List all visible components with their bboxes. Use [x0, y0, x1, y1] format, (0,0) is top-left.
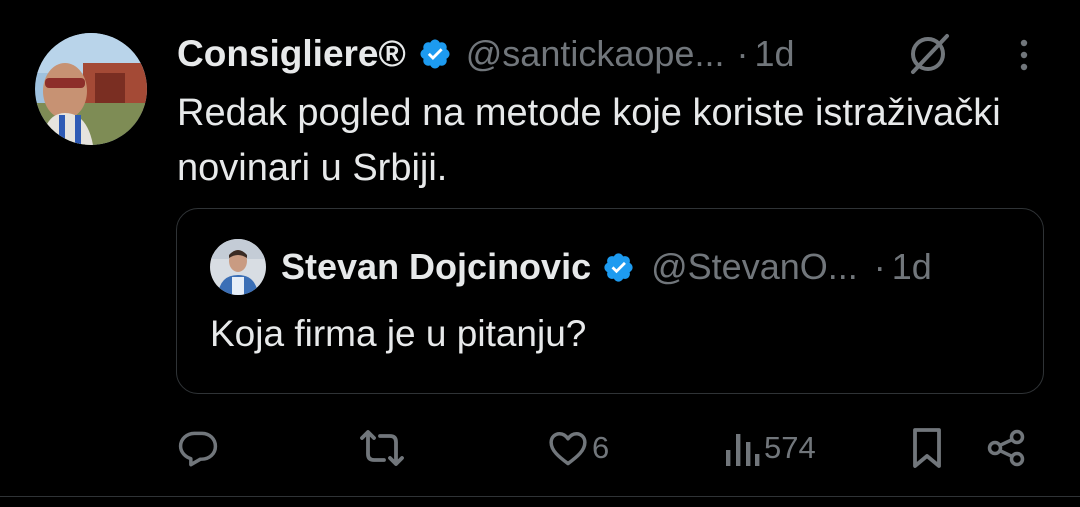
tweet[interactable]: Consigliere® @santickaope... · 1d Redak … — [0, 0, 1080, 507]
verified-badge-icon[interactable] — [602, 251, 635, 284]
tweet-text: Redak pogled na metode koje koriste istr… — [177, 92, 1001, 189]
author-handle[interactable]: @santickaope... — [466, 33, 725, 75]
tweet-header: Consigliere® @santickaope... · 1d — [177, 26, 795, 82]
share-button[interactable] — [984, 420, 1028, 476]
grok-icon[interactable] — [903, 31, 955, 77]
quoted-tweet-header: Stevan Dojcinovic @StevanO... · 1d — [281, 243, 932, 291]
author-name[interactable]: Consigliere® — [177, 33, 406, 75]
more-icon[interactable] — [1010, 36, 1038, 76]
reply-button[interactable] — [176, 420, 220, 476]
separator-dot: · — [736, 33, 749, 74]
verified-badge-icon[interactable] — [418, 37, 452, 71]
quoted-tweet-text: Koja firma je u pitanju? — [210, 313, 587, 354]
action-bar: 6 574 — [0, 420, 1080, 476]
quoted-author-avatar[interactable] — [210, 239, 266, 295]
quoted-tweet[interactable]: Stevan Dojcinovic @StevanO... · 1d Koja … — [176, 208, 1044, 394]
like-count: 6 — [592, 430, 610, 465]
bookmark-icon — [913, 428, 941, 468]
heart-icon — [549, 431, 587, 466]
divider — [0, 496, 1080, 497]
reply-icon — [178, 431, 218, 467]
share-icon — [987, 429, 1025, 467]
views-icon — [726, 434, 760, 466]
quoted-author-handle[interactable]: @StevanO... — [651, 246, 858, 288]
quoted-author-name[interactable]: Stevan Dojcinovic — [281, 246, 591, 288]
quoted-timestamp[interactable]: 1d — [892, 246, 932, 288]
retweet-icon — [360, 430, 404, 466]
views-button[interactable]: 574 — [722, 420, 816, 476]
view-count: 574 — [764, 430, 816, 465]
bookmark-button[interactable] — [907, 420, 947, 476]
timestamp[interactable]: 1d — [754, 33, 794, 75]
author-avatar[interactable] — [35, 33, 147, 145]
separator-dot: · — [873, 246, 886, 287]
like-button[interactable]: 6 — [546, 420, 609, 476]
retweet-button[interactable] — [356, 420, 408, 476]
